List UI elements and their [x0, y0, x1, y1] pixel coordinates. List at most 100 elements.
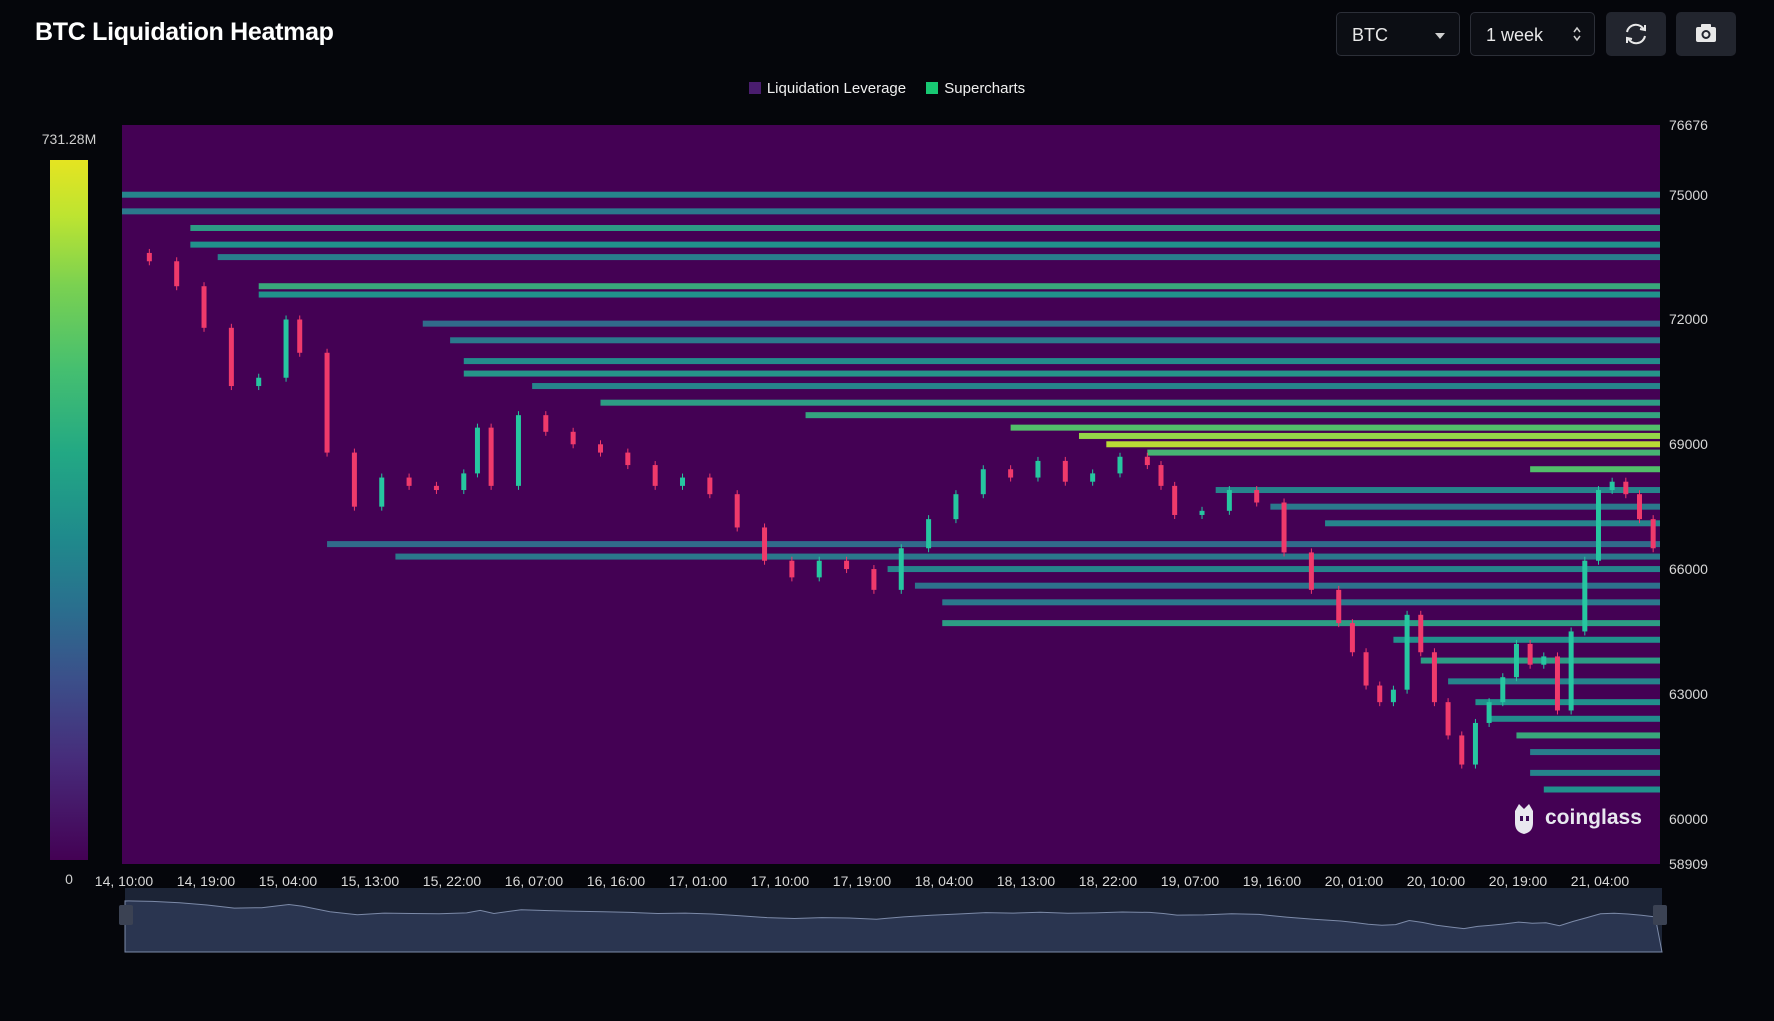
candle-body — [474, 427, 480, 474]
candle-body — [174, 261, 180, 287]
liquidation-level-band — [1010, 424, 1660, 431]
liquidation-level-band — [1420, 657, 1660, 664]
candle-body — [146, 252, 152, 262]
candle-body — [324, 352, 330, 453]
liquidation-level-band — [1270, 503, 1660, 510]
liquidation-level-band — [1530, 466, 1660, 473]
candle-body — [1144, 456, 1150, 466]
candle-body — [1404, 614, 1410, 690]
candle-body — [625, 452, 631, 466]
liquidation-level-band — [463, 370, 1660, 377]
candle-body — [1527, 643, 1533, 665]
candle-body — [1158, 465, 1164, 486]
candle-body — [1650, 519, 1656, 549]
candle-body — [680, 477, 686, 486]
liquidation-level-band — [258, 283, 1660, 290]
coinglass-logo-icon — [1515, 804, 1533, 834]
candle-body — [1595, 490, 1601, 561]
candle-body — [1418, 614, 1424, 653]
candle-body — [283, 319, 289, 378]
candle-body — [461, 473, 467, 491]
candle-body — [1609, 481, 1615, 491]
candle-body — [1554, 656, 1560, 711]
candle-body — [1513, 643, 1519, 678]
candle-body — [1459, 735, 1465, 765]
candle-body — [488, 427, 494, 486]
liquidation-level-band — [463, 358, 1660, 365]
candle-body — [1377, 685, 1383, 703]
candle-body — [1623, 481, 1629, 495]
candle-body — [1281, 502, 1287, 553]
candle-body — [1008, 469, 1014, 478]
candle-body — [1541, 656, 1547, 665]
candle-body — [543, 415, 549, 432]
liquidation-level-band — [1325, 520, 1660, 527]
candle-body — [1363, 652, 1369, 686]
liquidation-level-band — [1530, 769, 1660, 776]
candle-body — [515, 415, 521, 486]
liquidation-level-band — [805, 412, 1660, 419]
liquidation-level-band — [532, 383, 1661, 390]
navigator-right-handle[interactable] — [1653, 905, 1667, 925]
liquidation-level-band — [190, 241, 1660, 248]
liquidation-level-band — [1530, 749, 1660, 756]
liquidation-level-band — [1106, 441, 1660, 448]
candle-body — [297, 319, 303, 353]
liquidation-level-band — [190, 224, 1660, 231]
liquidation-level-band — [942, 620, 1660, 627]
liquidation-level-band — [942, 599, 1660, 606]
candle-body — [1199, 510, 1205, 515]
candle-body — [228, 327, 234, 387]
candle-body — [1172, 485, 1178, 515]
candle-body — [980, 469, 986, 495]
liquidation-level-band — [122, 191, 1660, 198]
candle-body — [926, 519, 932, 549]
candle-body — [762, 527, 768, 561]
heatmap-plot — [119, 125, 1667, 953]
candle-body — [1254, 490, 1260, 503]
candle-body — [1582, 560, 1588, 632]
candle-body — [1308, 552, 1314, 590]
liquidation-level-band — [1489, 715, 1660, 722]
candle-body — [1390, 689, 1396, 703]
candle-body — [1431, 652, 1437, 703]
candle-body — [1636, 494, 1642, 520]
liquidation-level-band — [327, 541, 1661, 548]
candle-body — [379, 477, 385, 507]
candle-body — [1226, 490, 1232, 511]
candle-body — [1568, 631, 1574, 711]
liquidation-level-band — [914, 582, 1660, 589]
candle-body — [953, 494, 959, 520]
candle-body — [707, 477, 713, 495]
candle-body — [1445, 702, 1451, 736]
liquidation-level-band — [395, 553, 1660, 560]
candle-body — [789, 560, 795, 578]
candle-body — [1117, 456, 1123, 474]
candle-body — [1062, 460, 1068, 482]
liquidation-level-band — [258, 291, 1660, 298]
candle-body — [816, 560, 822, 578]
candle-body — [1090, 473, 1096, 482]
candle-body — [1035, 460, 1041, 478]
candle-body — [1486, 702, 1492, 723]
liquidation-level-band — [122, 208, 1660, 215]
candle-body — [570, 431, 576, 445]
liquidation-level-band — [1516, 732, 1660, 739]
liquidation-level-band — [1147, 449, 1660, 456]
candle-body — [1349, 623, 1355, 653]
candle-body — [1336, 589, 1342, 624]
candle-body — [433, 485, 439, 491]
candle-body — [652, 465, 658, 486]
liquidation-level-band — [422, 320, 1661, 327]
candle-body — [844, 560, 850, 570]
coinglass-watermark: coinglass — [1509, 801, 1642, 835]
liquidation-level-band — [1543, 786, 1660, 793]
liquidation-level-band — [217, 254, 1661, 261]
candle-body — [734, 494, 740, 528]
brand-name: coinglass — [1545, 806, 1642, 829]
liquidation-level-band — [600, 399, 1660, 406]
navigator[interactable] — [119, 888, 1667, 953]
navigator-left-handle[interactable] — [119, 905, 133, 925]
candle-body — [201, 286, 207, 328]
candle-body — [406, 477, 412, 486]
